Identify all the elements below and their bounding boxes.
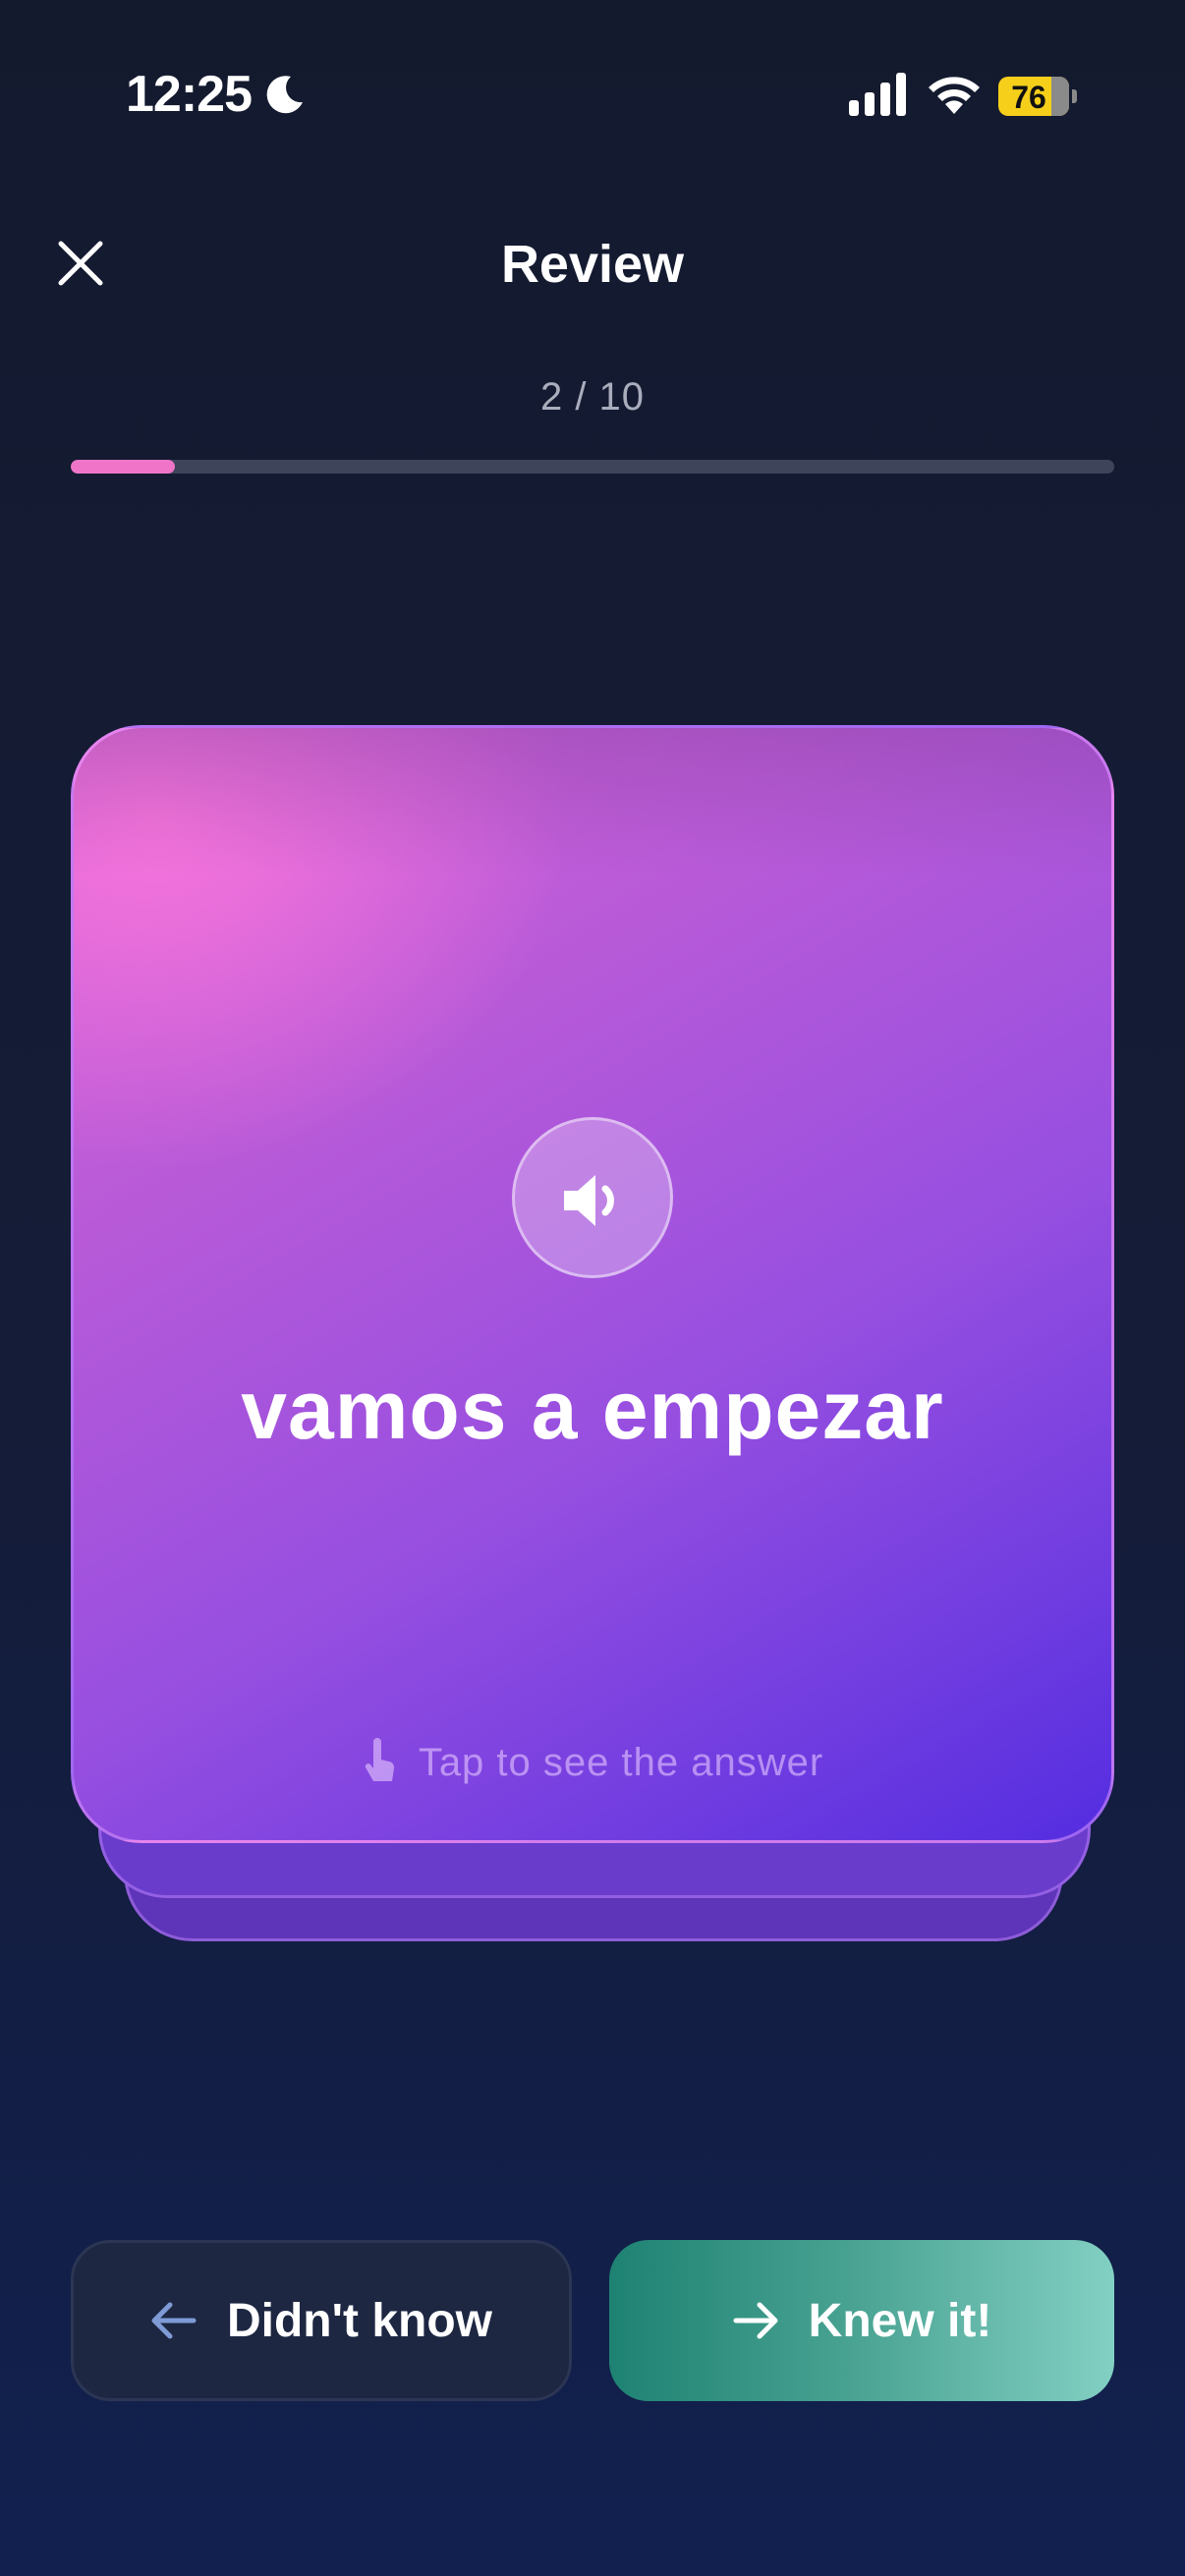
tap-hint-text: Tap to see the answer	[418, 1741, 824, 1784]
page-title: Review	[500, 235, 685, 294]
tap-hand-icon	[365, 1738, 394, 1781]
signal-icon	[849, 73, 906, 116]
speaker-icon	[564, 1175, 614, 1226]
arrow-right-icon	[733, 2302, 778, 2339]
wifi-icon	[929, 77, 980, 114]
progress-bar	[71, 460, 1114, 474]
battery-icon: 76	[998, 77, 1077, 116]
flashcard[interactable]: vamos a empezar Tap to see the answer	[71, 725, 1114, 1843]
knew-it-button[interactable]: Knew it!	[609, 2240, 1114, 2401]
audio-button[interactable]	[512, 1117, 673, 1278]
status-time: 12:25	[126, 66, 253, 123]
progress-bar-fill	[71, 460, 176, 474]
moon-icon	[266, 76, 303, 114]
battery-level: 76	[1011, 80, 1046, 115]
didnt-know-button[interactable]: Didn't know	[71, 2240, 572, 2401]
progress-counter: 2 / 10	[539, 375, 646, 419]
knew-it-label: Knew it!	[808, 2294, 992, 2347]
card-word: vamos a empezar	[241, 1364, 944, 1456]
arrow-left-icon	[151, 2302, 197, 2339]
tap-hint: Tap to see the answer	[74, 1738, 1111, 1785]
didnt-know-label: Didn't know	[226, 2294, 493, 2347]
